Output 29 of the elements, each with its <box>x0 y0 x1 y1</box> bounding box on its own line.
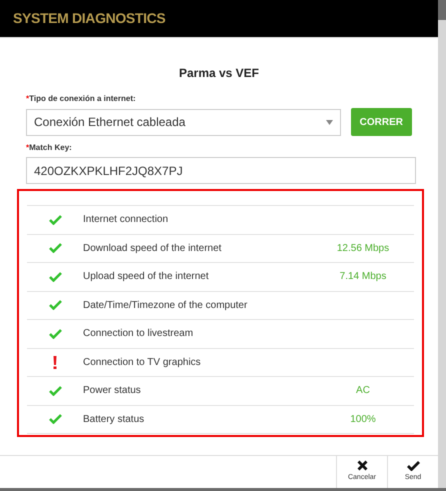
field-label: *Tipo de conexión a internet: <box>26 93 137 105</box>
check-label: Connection to TV graphics <box>83 356 202 370</box>
check-label: Date/Time/Timezone of the computer <box>83 298 248 313</box>
check-value: AC <box>356 384 370 398</box>
exclamation-icon <box>53 356 57 369</box>
field-label: *Match Key: <box>26 142 73 154</box>
close-icon <box>356 460 368 472</box>
connection-type-dropdown[interactable]: Conexión Ethernet cableada <box>26 108 341 136</box>
check-label: Battery status <box>83 412 146 427</box>
check-value: 12.56 Mbps <box>336 242 390 256</box>
check-label: Connection to livestream <box>83 327 194 342</box>
check-icon <box>48 272 62 282</box>
dropdown-caret-icon <box>326 120 333 124</box>
check-label: Download speed of the internet <box>83 242 222 256</box>
check-icon <box>48 243 62 254</box>
check-label: Upload speed of the internet <box>83 270 210 284</box>
check-icon <box>48 328 62 339</box>
check-label: Power status <box>83 384 142 398</box>
window-title: SYSTEM DIAGNOSTICS <box>13 9 166 28</box>
check-icon <box>406 460 420 471</box>
check-icon <box>48 214 62 225</box>
check-icon <box>48 300 62 310</box>
check-value: 100% <box>350 412 376 427</box>
check-icon <box>48 386 62 396</box>
check-icon <box>48 414 62 424</box>
match-title: Parma vs VEF <box>178 65 260 82</box>
check-label: Internet connection <box>83 213 170 228</box>
check-value: 7.14 Mbps <box>340 270 386 284</box>
match-key-field[interactable]: 420OZKXPKLHF2JQ8X7PJ <box>26 157 416 184</box>
